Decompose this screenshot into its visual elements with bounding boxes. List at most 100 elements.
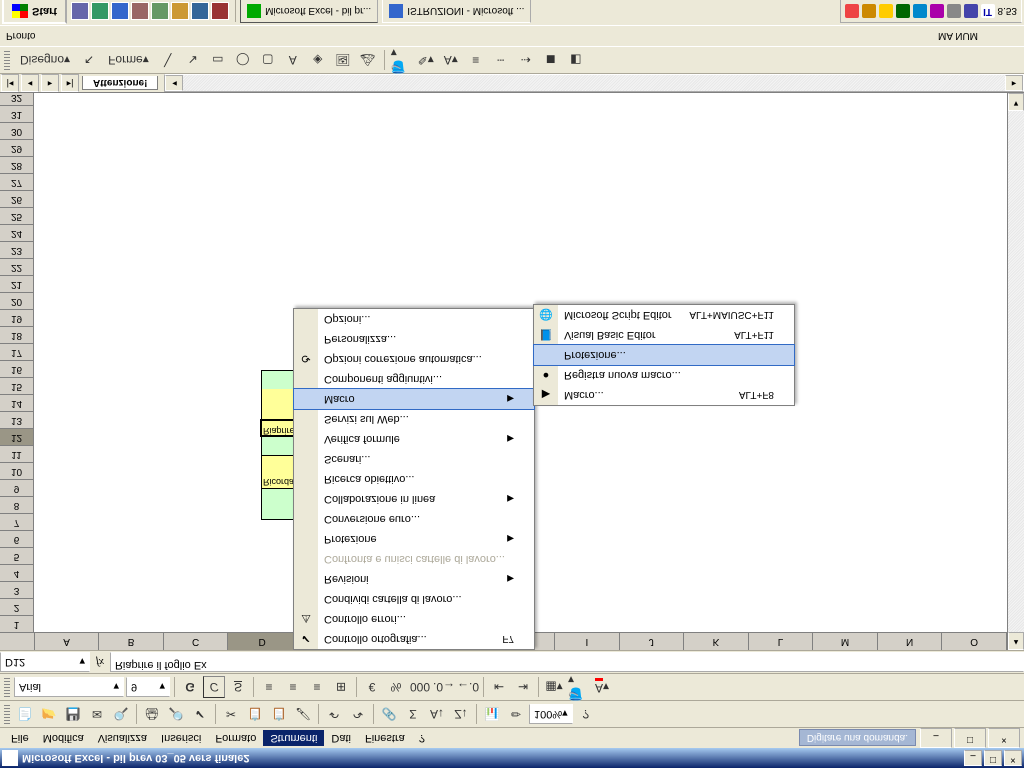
menu-item[interactable]: Componenti aggiuntivi... <box>294 369 534 389</box>
3d-button[interactable]: ◧ <box>565 49 587 71</box>
tray-icon[interactable] <box>964 4 978 18</box>
tray-icon[interactable] <box>879 4 893 18</box>
toolbar-grip[interactable] <box>4 704 10 724</box>
align-center-button[interactable]: ≡ <box>282 676 304 698</box>
textbox-button[interactable]: ▢ <box>257 49 279 71</box>
menu-help[interactable]: ? <box>412 730 432 746</box>
row-head[interactable]: 2 <box>0 598 34 615</box>
menu-item[interactable]: Revisioni▶ <box>294 569 534 589</box>
select-objects-button[interactable]: ↖ <box>78 49 100 71</box>
col-head[interactable]: K <box>684 632 749 650</box>
col-head[interactable]: L <box>749 632 814 650</box>
borders-button[interactable]: ▦▾ <box>543 676 565 698</box>
diagram-button[interactable]: ◈ <box>307 49 329 71</box>
menu-item[interactable]: 📘Visual Basic EditorALT+F11 <box>534 325 794 345</box>
percent-button[interactable]: % <box>385 676 407 698</box>
quick-launch-icon[interactable] <box>111 2 129 20</box>
taskbar-button-excel[interactable]: Microsoft Excel - bil pr... <box>240 0 378 23</box>
autoshapes-menu[interactable]: Forme ▾ <box>103 49 154 71</box>
menu-visualizza[interactable]: Visualizza <box>91 730 154 746</box>
close-button[interactable]: × <box>1004 750 1022 766</box>
menu-item[interactable]: ●Registra nuova macro... <box>534 365 794 385</box>
row-head[interactable]: 30 <box>0 122 34 139</box>
col-head[interactable]: O <box>942 632 1007 650</box>
language-indicator[interactable]: IT <box>981 4 995 18</box>
menu-item[interactable]: Servizi sul Web... <box>294 409 534 429</box>
line-style-button[interactable]: ≡ <box>465 49 487 71</box>
tray-icon[interactable] <box>862 4 876 18</box>
menu-file[interactable]: File <box>4 730 36 746</box>
menu-dati[interactable]: Dati <box>324 730 358 746</box>
menu-item[interactable]: Macro▶ <box>293 388 535 410</box>
fill-color-draw-button[interactable]: 🪣▾ <box>390 49 412 71</box>
row-head[interactable]: 1 <box>0 615 34 632</box>
name-box[interactable]: D12▾ <box>0 652 90 672</box>
row-head[interactable]: 21 <box>0 275 34 292</box>
bold-button[interactable]: G <box>179 676 201 698</box>
col-head[interactable]: A <box>35 632 100 650</box>
menu-item[interactable]: ⚠Controllo errori... <box>294 609 534 629</box>
quick-launch-icon[interactable] <box>131 2 149 20</box>
arrow-button[interactable]: ↘ <box>182 49 204 71</box>
format-painter-button[interactable]: 🖌 <box>292 703 314 725</box>
menu-finestra[interactable]: Finestra <box>358 730 412 746</box>
hyperlink-button[interactable]: 🔗 <box>378 703 400 725</box>
ask-question-box[interactable]: Digitare una domanda. <box>799 730 916 747</box>
row-head[interactable]: 32 <box>0 93 34 105</box>
open-button[interactable]: 📂 <box>38 703 60 725</box>
tray-icon[interactable] <box>930 4 944 18</box>
chart-button[interactable]: 📊 <box>481 703 503 725</box>
line-color-button[interactable]: ✎▾ <box>415 49 437 71</box>
undo-button[interactable]: ↶ <box>323 703 345 725</box>
quick-launch-icon[interactable] <box>171 2 189 20</box>
tray-icon[interactable] <box>896 4 910 18</box>
quick-launch-icon[interactable] <box>151 2 169 20</box>
scroll-down-button[interactable]: ▾ <box>1008 93 1024 111</box>
row-head[interactable]: 25 <box>0 207 34 224</box>
menu-item[interactable]: Protezione... <box>533 344 795 366</box>
row-head[interactable]: 23 <box>0 241 34 258</box>
doc-minimize-button[interactable]: _ <box>920 728 952 748</box>
row-head[interactable]: 22 <box>0 258 34 275</box>
menu-inserisci[interactable]: Inserisci <box>154 730 208 746</box>
line-button[interactable]: ╲ <box>157 49 179 71</box>
row-head[interactable]: 27 <box>0 173 34 190</box>
toolbar-grip[interactable] <box>4 677 10 697</box>
font-size-combo[interactable]: 9▾ <box>126 677 170 697</box>
sheet-tab[interactable]: Attenzione! <box>82 76 158 90</box>
fx-button[interactable]: fx <box>90 656 110 668</box>
row-head[interactable]: 11 <box>0 445 34 462</box>
drawing-button[interactable]: ✏ <box>505 703 527 725</box>
redo-button[interactable]: ↷ <box>347 703 369 725</box>
menu-item[interactable]: Protezione▶ <box>294 529 534 549</box>
menu-item[interactable]: Verifica formule▶ <box>294 429 534 449</box>
paste-button[interactable]: 📋 <box>268 703 290 725</box>
arrow-style-button[interactable]: ⇢ <box>515 49 537 71</box>
currency-button[interactable]: € <box>361 676 383 698</box>
decrease-indent-button[interactable]: ⇤ <box>488 676 510 698</box>
formula-bar[interactable]: Riaprire il foglio Ex <box>110 652 1024 672</box>
row-head[interactable]: 9 <box>0 479 34 496</box>
quick-launch-icon[interactable] <box>211 2 229 20</box>
quick-launch-icon[interactable] <box>71 2 89 20</box>
toolbar-grip[interactable] <box>4 50 10 70</box>
increase-decimal-button[interactable]: .0→ <box>433 676 455 698</box>
spellcheck-button[interactable]: ✔ <box>189 703 211 725</box>
row-head[interactable]: 17 <box>0 343 34 360</box>
sort-desc-button[interactable]: Z↓ <box>450 703 472 725</box>
row-head[interactable]: 12 <box>0 428 34 445</box>
menu-strumenti[interactable]: Strumenti <box>263 730 324 746</box>
wordart-button[interactable]: A <box>282 49 304 71</box>
menu-item[interactable]: ⟳Opzioni correzione automatica... <box>294 349 534 369</box>
row-head[interactable]: 4 <box>0 564 34 581</box>
oval-button[interactable]: ◯ <box>232 49 254 71</box>
shadow-button[interactable]: ◼ <box>540 49 562 71</box>
tab-nav-last[interactable]: ▸| <box>61 74 79 92</box>
menu-item[interactable]: Conversione euro... <box>294 509 534 529</box>
draw-menu[interactable]: Disegno ▾ <box>15 49 75 71</box>
copy-button[interactable]: 📋 <box>244 703 266 725</box>
col-head[interactable]: I <box>555 632 620 650</box>
col-head[interactable]: B <box>99 632 164 650</box>
row-head[interactable]: 10 <box>0 462 34 479</box>
mail-button[interactable]: ✉ <box>86 703 108 725</box>
